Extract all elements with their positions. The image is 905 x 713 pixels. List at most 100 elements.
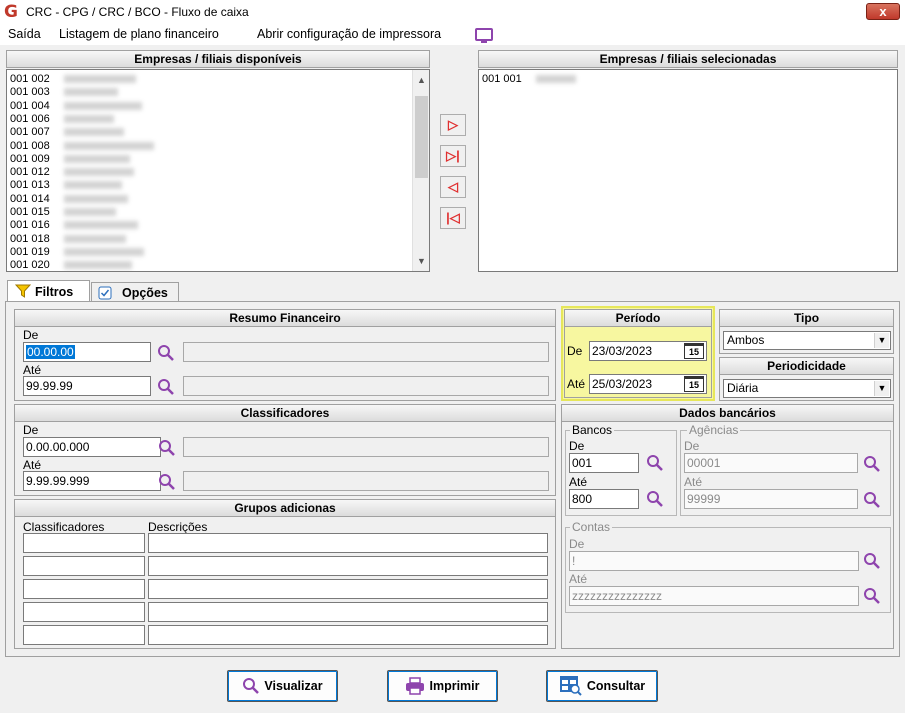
- grupos-classificador-cell[interactable]: [23, 533, 145, 553]
- consultar-label: Consultar: [586, 679, 646, 693]
- bancos-ate-label: Até: [569, 475, 588, 489]
- imprimir-label: Imprimir: [429, 679, 480, 693]
- move-left-button[interactable]: ◁: [440, 176, 466, 198]
- grupos-classificador-cell[interactable]: [23, 579, 145, 599]
- bancos-ate-input[interactable]: 800: [569, 489, 639, 509]
- grupos-col-classificadores: Classificadores: [23, 520, 105, 534]
- chevron-down-icon[interactable]: ▼: [874, 381, 889, 396]
- move-right-button[interactable]: ▷: [440, 114, 466, 136]
- list-item[interactable]: 001 013: [10, 179, 122, 191]
- grupos-descricao-cell[interactable]: [148, 602, 548, 622]
- monitor-icon[interactable]: [475, 28, 493, 43]
- visualizar-button[interactable]: Visualizar: [227, 670, 338, 702]
- list-item[interactable]: 001 015: [10, 206, 116, 218]
- consultar-button[interactable]: Consultar: [546, 670, 658, 702]
- printer-icon: [406, 677, 425, 695]
- class-de-input[interactable]: 0.00.00.000: [23, 437, 161, 457]
- contas-ate-input[interactable]: zzzzzzzzzzzzzzz: [569, 586, 859, 606]
- list-item[interactable]: 001 008: [10, 140, 154, 152]
- grupos-descricao-cell[interactable]: [148, 579, 548, 599]
- imprimir-button[interactable]: Imprimir: [387, 670, 498, 702]
- tab-filtros[interactable]: Filtros: [7, 280, 90, 302]
- search-icon[interactable]: [863, 587, 881, 605]
- search-icon[interactable]: [863, 455, 881, 473]
- class-ate-input[interactable]: 9.99.99.999: [23, 471, 161, 491]
- grupos-col-descricoes: Descrições: [148, 520, 208, 534]
- class-de-label: De: [23, 423, 39, 437]
- grupos-group: Grupos adicionas Classificadores Descriç…: [14, 499, 556, 649]
- search-icon[interactable]: [863, 552, 881, 570]
- list-item[interactable]: 001 003: [10, 86, 118, 98]
- dados-header: Dados bancários: [561, 404, 894, 422]
- resumo-group: Resumo Financeiro De 00.00.00 Até 99.99.…: [14, 309, 556, 401]
- list-item[interactable]: 001 006: [10, 113, 114, 125]
- resumo-de-input[interactable]: 00.00.00: [23, 342, 151, 362]
- resumo-ate-input[interactable]: 99.99.99: [23, 376, 151, 396]
- contas-ate-label: Até: [569, 572, 588, 586]
- search-icon[interactable]: [157, 378, 175, 396]
- periodicidade-group: Periodicidade Diária ▼: [719, 357, 894, 401]
- list-item[interactable]: 001 001: [482, 73, 576, 85]
- menu-bar: Saída Listagem de plano financeiro Abrir…: [0, 24, 905, 45]
- available-list[interactable]: 001 002 001 003 001 004 001 006 001 007 001 0…: [6, 69, 430, 272]
- bancos-de-label: De: [569, 439, 585, 453]
- list-item[interactable]: 001 016: [10, 219, 138, 231]
- agencias-ate-input[interactable]: 99999: [684, 489, 858, 509]
- search-icon[interactable]: [157, 344, 175, 362]
- list-item[interactable]: 001 004: [10, 100, 142, 112]
- scroll-thumb[interactable]: [415, 96, 428, 178]
- search-icon[interactable]: [158, 473, 176, 491]
- list-item[interactable]: 001 002: [10, 73, 136, 85]
- search-icon[interactable]: [158, 439, 176, 457]
- periodo-group: Período De 23/03/2023 15 Até 25/03/2023 …: [564, 309, 712, 398]
- agencias-legend: Agências: [687, 423, 741, 437]
- chevron-down-icon[interactable]: ▼: [874, 333, 889, 348]
- list-item[interactable]: 001 019: [10, 246, 144, 258]
- selected-list[interactable]: 001 001: [478, 69, 898, 272]
- search-icon[interactable]: [646, 490, 664, 508]
- grupos-descricao-cell[interactable]: [148, 533, 548, 553]
- title-bar: G CRC - CPG / CRC / BCO - Fluxo de caixa…: [0, 0, 905, 24]
- search-icon[interactable]: [646, 454, 664, 472]
- list-item[interactable]: 001 018: [10, 233, 126, 245]
- agencias-de-label: De: [684, 439, 700, 453]
- menu-saida[interactable]: Saída: [8, 27, 41, 41]
- list-item[interactable]: 001 009: [10, 153, 130, 165]
- tipo-select[interactable]: Ambos ▼: [723, 331, 891, 350]
- move-all-left-button[interactable]: |◁: [440, 207, 466, 229]
- table-search-icon: [559, 676, 582, 696]
- calendar-icon[interactable]: 15: [684, 343, 704, 359]
- bancos-de-input[interactable]: 001: [569, 453, 639, 473]
- grupos-descricao-cell[interactable]: [148, 556, 548, 576]
- scroll-down-icon[interactable]: ▼: [413, 253, 429, 269]
- resumo-de-label: De: [23, 328, 39, 342]
- grupos-classificador-cell[interactable]: [23, 556, 145, 576]
- grupos-classificador-cell[interactable]: [23, 625, 145, 645]
- selected-header: Empresas / filiais selecionadas: [478, 50, 898, 68]
- tab-opcoes[interactable]: Opções: [91, 282, 179, 302]
- list-item[interactable]: 001 014: [10, 193, 128, 205]
- scroll-up-icon[interactable]: ▲: [413, 72, 429, 88]
- dados-group: Dados bancários Bancos De 001 Até 800 Ag…: [561, 404, 894, 649]
- tab-opcoes-label: Opções: [122, 286, 168, 300]
- visualizar-label: Visualizar: [264, 679, 323, 693]
- menu-listagem[interactable]: Listagem de plano financeiro: [59, 27, 219, 41]
- tipo-group: Tipo Ambos ▼: [719, 309, 894, 354]
- grupos-classificador-cell[interactable]: [23, 602, 145, 622]
- menu-abrir-impressora[interactable]: Abrir configuração de impressora: [257, 27, 441, 41]
- grupos-descricao-cell[interactable]: [148, 625, 548, 645]
- periodicidade-select[interactable]: Diária ▼: [723, 379, 891, 398]
- list-item[interactable]: 001 020: [10, 259, 132, 271]
- contas-legend: Contas: [570, 520, 613, 534]
- close-button[interactable]: x: [866, 3, 900, 20]
- calendar-icon[interactable]: 15: [684, 376, 704, 392]
- search-icon[interactable]: [863, 491, 881, 509]
- move-all-right-button[interactable]: ▷|: [440, 145, 466, 167]
- contas-de-input[interactable]: !: [569, 551, 859, 571]
- list-item[interactable]: 001 012: [10, 166, 134, 178]
- list-item[interactable]: 001 007: [10, 126, 124, 138]
- available-scrollbar[interactable]: ▲ ▼: [412, 70, 429, 271]
- classificadores-header: Classificadores: [14, 404, 556, 422]
- agencias-de-input[interactable]: 00001: [684, 453, 858, 473]
- grupos-header: Grupos adicionas: [14, 499, 556, 517]
